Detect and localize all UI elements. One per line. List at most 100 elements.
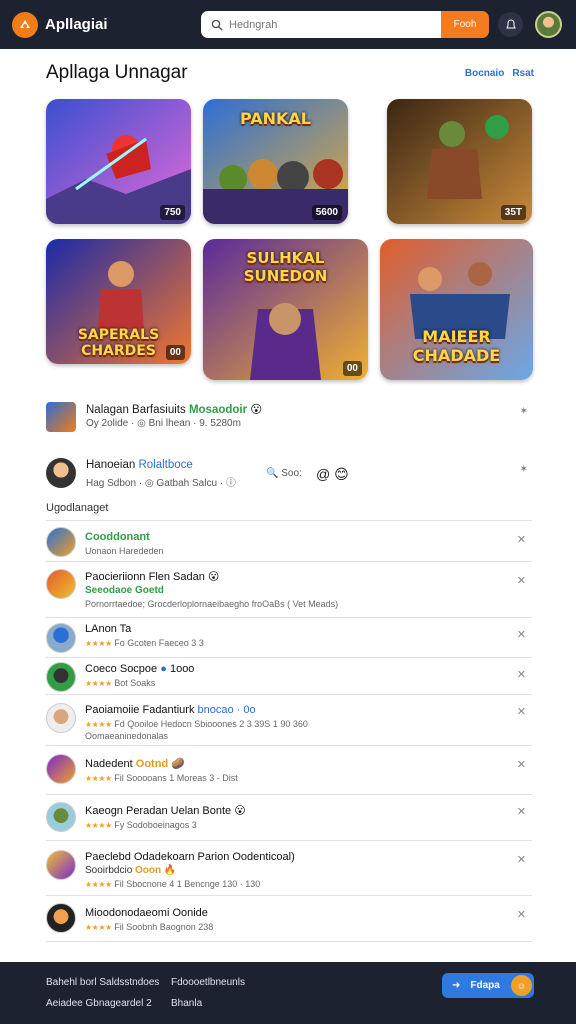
page-title: Apllaga Unnagar — [46, 62, 188, 83]
rating-stars: ★★★★ — [85, 880, 112, 889]
footer-link[interactable]: Bhanla — [171, 998, 202, 1009]
item-avatar — [46, 662, 76, 692]
list-item[interactable]: Paocieriionn Flen Sadan 😮 Seeodaoe Goetd… — [46, 561, 532, 617]
rating-stars: ★★★★ — [85, 720, 112, 729]
item-tag: Sooirbdcio Ooon 🔥 — [85, 865, 177, 876]
item-title: Paocieriionn Flen Sadan 😮 — [85, 571, 220, 583]
notification-bell-icon[interactable] — [498, 12, 523, 37]
header-links: Bocnaio Rsat — [465, 68, 534, 79]
list-item[interactable]: Kaeogn Peradan Uelan Bonte 😮 ★★★★ Fy Sod… — [46, 794, 532, 840]
game-tile[interactable]: MAIEER CHADADE — [380, 239, 533, 380]
search-field-wrapper — [201, 11, 441, 38]
featured-title: Nalagan Barfasiuits Mosaodoir 😮 — [86, 404, 263, 416]
footer: Bahehl borl Saldsstndoes Aeiadee Gbnagea… — [0, 962, 576, 1024]
list-item[interactable]: Coeco Socpoe ● 1ooo ★★★★ Bot Soaks ✕ — [46, 657, 532, 694]
item-meta: ★★★★ Fd Qooiloe Hedocn Sbiooones 2 3 39S… — [85, 719, 308, 729]
item-meta: ★★★★ Fil Soobnh Baognon 238 — [85, 922, 214, 932]
game-tile[interactable]: SAPERALS CHARDES 00 — [46, 239, 191, 364]
dismiss-icon[interactable]: ✶ — [520, 406, 528, 417]
close-icon[interactable]: ✕ — [517, 574, 526, 587]
item-title: LAnon Ta — [85, 623, 132, 635]
item-avatar — [46, 527, 76, 557]
game-tile[interactable]: 35T — [387, 99, 532, 224]
cta-label: Fdapa — [470, 980, 500, 991]
footer-link[interactable]: Bahehl borl Saldsstndoes — [46, 977, 159, 988]
rating-stars: ★★★★ — [85, 639, 112, 648]
item-title: Paoiamoiie Fadantiurk bnocao · 0o — [85, 704, 256, 716]
search-input[interactable] — [229, 18, 419, 31]
tile-badge: 00 — [165, 345, 185, 360]
cta-button[interactable]: ➜ Fdapa ☺ — [442, 973, 534, 998]
tile-badge: 750 — [160, 205, 185, 220]
rating-stars: ★★★★ — [85, 774, 112, 783]
close-icon[interactable]: ✕ — [517, 705, 526, 718]
app-logo-icon[interactable] — [12, 11, 38, 38]
tile-badge: 35T — [500, 205, 526, 220]
featured-item[interactable]: Hanoeian Rolaltboce Hag Sdbon · ◎ Gatbah… — [46, 458, 532, 490]
close-icon[interactable]: ✕ — [517, 628, 526, 641]
featured-search-extra[interactable]: 🔍 Soo: — [266, 468, 302, 479]
item-avatar — [46, 623, 76, 653]
close-icon[interactable]: ✕ — [517, 853, 526, 866]
item-avatar — [46, 850, 76, 880]
item-meta: ★★★★ Fil Sooooans 1 Moreas 3 - Dist — [85, 773, 238, 783]
search-icon — [211, 19, 223, 30]
footer-link[interactable]: Fdoooetlbneunls — [171, 977, 245, 988]
item-meta: ★★★★ Bot Soaks — [85, 678, 156, 688]
item-avatar — [46, 802, 76, 832]
item-title: Coeco Socpoe ● 1ooo — [85, 663, 195, 675]
item-title: Cooddonant — [85, 531, 150, 543]
emoji-icon[interactable]: @ 😊 — [316, 466, 349, 483]
close-icon[interactable]: ✕ — [517, 533, 526, 546]
game-tile[interactable]: 750 — [46, 99, 191, 224]
close-icon[interactable]: ✕ — [517, 908, 526, 921]
chat-bubble-icon[interactable]: ☺ — [511, 975, 532, 996]
rating-stars: ★★★★ — [85, 679, 112, 688]
list-item[interactable]: Paeclebd Odadekoarn Parion Oodenticoal) … — [46, 840, 532, 895]
featured-title: Hanoeian Rolaltboce — [86, 459, 193, 471]
item-avatar — [46, 569, 76, 599]
item-meta: Pornorrtaedoe; Grocderloplornaeibaegho f… — [85, 599, 339, 609]
dismiss-icon[interactable]: ✶ — [520, 464, 528, 475]
list-item[interactable]: LAnon Ta ★★★★ Fo Gcoten Faeceo 3 3 ✕ — [46, 617, 532, 657]
item-meta: Uonaon Harededen — [85, 546, 164, 556]
featured-item[interactable]: Nalagan Barfasiuits Mosaodoir 😮 Oy 2olid… — [46, 400, 532, 436]
item-avatar — [46, 754, 76, 784]
item-meta: ★★★★ Fo Gcoten Faeceo 3 3 — [85, 638, 204, 648]
search-bar: Fooh — [201, 11, 489, 38]
list-item[interactable]: Nadedent Ootnd 🥔 ★★★★ Fil Sooooans 1 Mor… — [46, 745, 532, 794]
search-button[interactable]: Fooh — [441, 11, 489, 38]
tile-banner: PANKAL — [239, 109, 311, 128]
game-tile[interactable]: SULHKAL SUNEDON 00 — [203, 239, 368, 380]
featured-meta: Hag Sdbon · ◎ Gatbah Salcu · ⓘ — [86, 478, 236, 489]
item-tag: Seeodaoe Goetd — [85, 585, 164, 596]
featured-meta: Oy 2olide · ◎ Bni lhean · 9. 5280m — [86, 418, 241, 429]
close-icon[interactable]: ✕ — [517, 805, 526, 818]
featured-thumbnail — [46, 402, 76, 432]
game-tile[interactable]: PANKAL 5600 — [203, 99, 348, 224]
user-avatar[interactable] — [535, 11, 562, 38]
item-meta: ★★★★ Fil Sbocnone 4 1 Bencnge 130 · 130 — [85, 879, 261, 889]
footer-link[interactable]: Aeiadee Gbnageardel 2 — [46, 998, 152, 1009]
list-item[interactable]: Paoiamoiie Fadantiurk bnocao · 0o ★★★★ F… — [46, 694, 532, 745]
list-label: Ugodlanaget — [46, 502, 109, 514]
item-avatar — [46, 903, 76, 933]
featured-avatar — [46, 458, 76, 488]
tile-banner: SAPERALS CHARDES — [77, 327, 160, 359]
tile-badge: 5600 — [311, 205, 342, 220]
item-title: Kaeogn Peradan Uelan Bonte 😮 — [85, 805, 246, 817]
arrow-icon: ➜ — [452, 980, 461, 991]
close-icon[interactable]: ✕ — [517, 758, 526, 771]
list-item[interactable]: Mioodonodaeomi Oonide ★★★★ Fil Soobnh Ba… — [46, 895, 532, 942]
tile-badge: 00 — [342, 361, 362, 376]
rating-stars: ★★★★ — [85, 923, 112, 932]
tile-banner: MAIEER CHADADE — [412, 327, 501, 365]
list-item[interactable]: Cooddonant Uonaon Harededen ✕ — [46, 520, 532, 561]
rating-stars: ★★★★ — [85, 821, 112, 830]
close-icon[interactable]: ✕ — [517, 668, 526, 681]
tile-banner: SULHKAL SUNEDON — [243, 249, 328, 285]
app-name: Apllagiai — [45, 16, 108, 33]
header-link-reset[interactable]: Rsat — [512, 68, 534, 79]
header-link-browse[interactable]: Bocnaio — [465, 68, 504, 79]
item-meta-extra: Oomaeaninedonalas — [85, 731, 169, 741]
